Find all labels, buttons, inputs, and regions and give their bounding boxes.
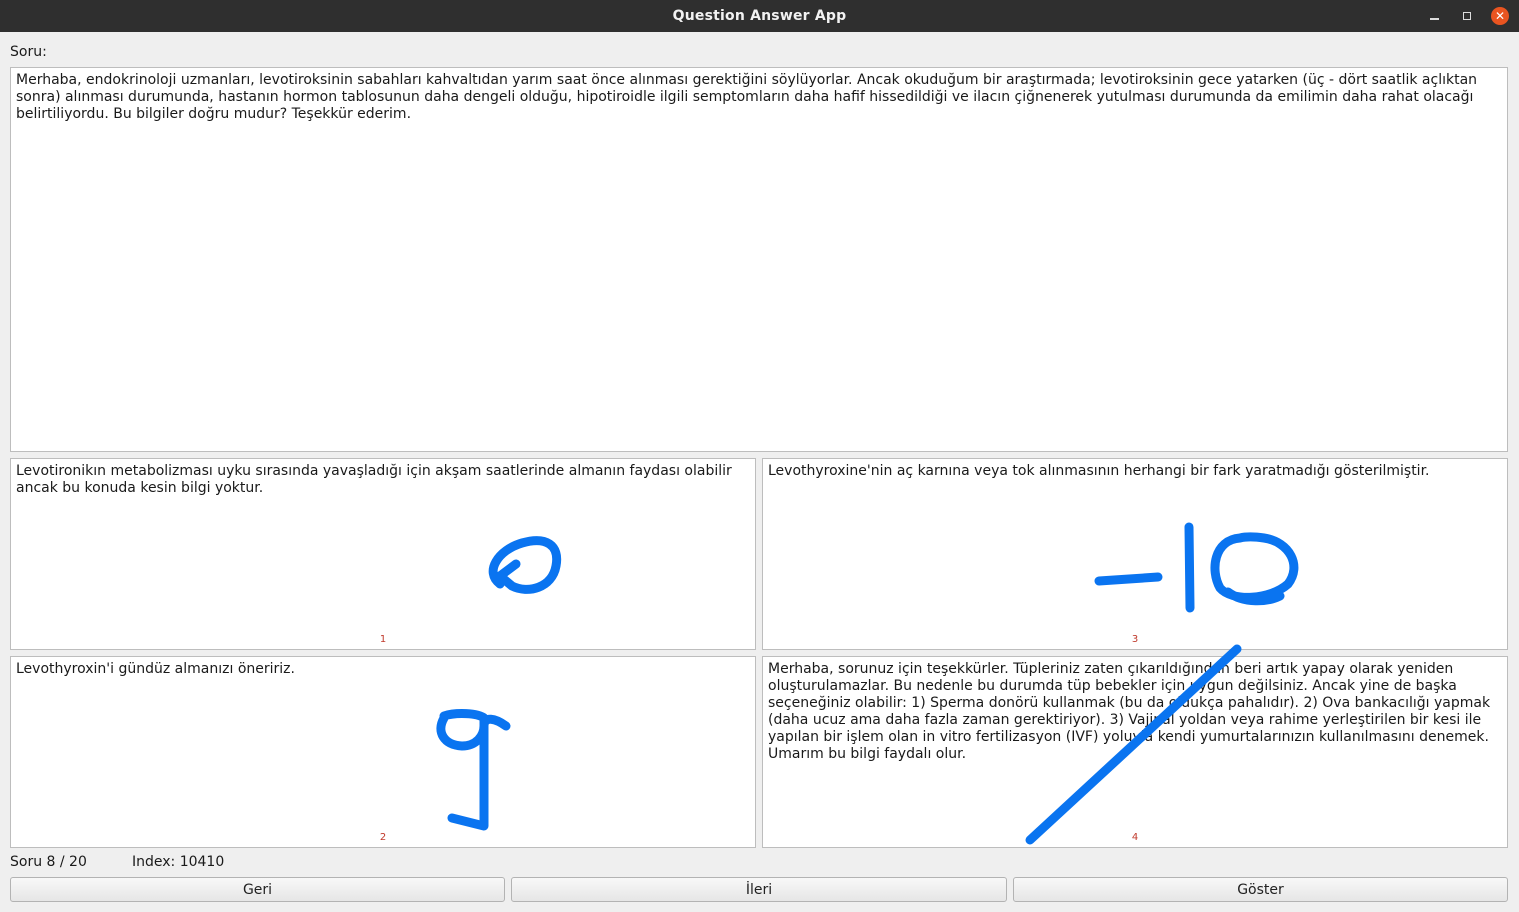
minimize-icon (1429, 18, 1439, 20)
answer-text-4: Merhaba, sorunuz için teşekkürler. Tüple… (768, 661, 1491, 762)
answer-number-2: 2 (379, 832, 387, 843)
answer-text-2: Levothyroxin'i gündüz almanızı öneririz. (16, 661, 295, 677)
answer-box-2[interactable]: Levothyroxin'i gündüz almanızı öneririz.… (10, 656, 756, 848)
show-button[interactable]: Göster (1013, 877, 1508, 902)
question-index: Index: 10410 (132, 854, 225, 870)
maximize-icon (1463, 12, 1471, 20)
maximize-button[interactable] (1457, 0, 1477, 32)
question-text: Merhaba, endokrinoloji uzmanları, levoti… (16, 72, 1478, 122)
close-button[interactable]: ✕ (1490, 0, 1510, 32)
answer-box-4[interactable]: Merhaba, sorunuz için teşekkürler. Tüple… (762, 656, 1508, 848)
next-button[interactable]: İleri (511, 877, 1007, 902)
question-label: Soru: (10, 44, 47, 60)
back-button[interactable]: Geri (10, 877, 505, 902)
window-title: Question Answer App (672, 8, 847, 24)
title-bar[interactable]: Question Answer App ✕ (0, 0, 1519, 32)
answer-number-3: 3 (1131, 634, 1139, 645)
answer-box-3[interactable]: Levothyroxine'nin aç karnına veya tok al… (762, 458, 1508, 650)
close-icon: ✕ (1491, 7, 1509, 25)
minimize-button[interactable] (1424, 0, 1444, 32)
question-progress: Soru 8 / 20 (10, 854, 87, 870)
answer-number-1: 1 (379, 634, 387, 645)
answer-text-1: Levotironikın metabolizması uyku sırasın… (16, 463, 732, 496)
answer-text-3: Levothyroxine'nin aç karnına veya tok al… (768, 463, 1430, 479)
question-text-area[interactable]: Merhaba, endokrinoloji uzmanları, levoti… (10, 67, 1508, 452)
app-window: Question Answer App ✕ Soru: Merhaba, end… (0, 0, 1519, 912)
answer-number-4: 4 (1131, 832, 1139, 843)
answer-box-1[interactable]: Levotironikın metabolizması uyku sırasın… (10, 458, 756, 650)
